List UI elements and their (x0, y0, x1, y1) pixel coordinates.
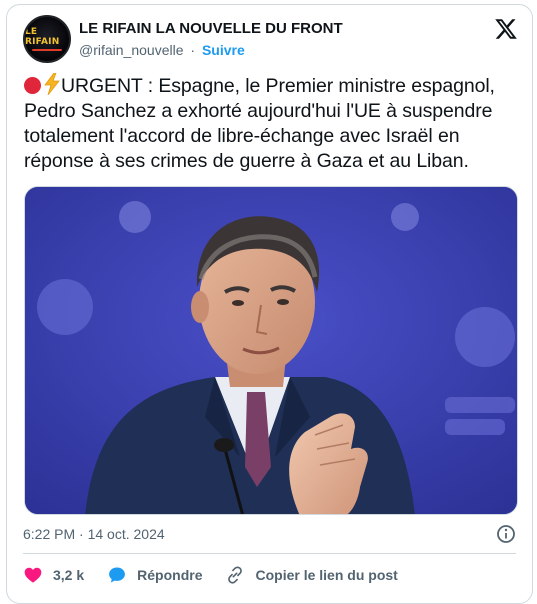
info-icon[interactable] (496, 524, 516, 544)
copy-link-button[interactable]: Copier le lien du post (225, 565, 398, 585)
account-avatar[interactable]: LE RIFAIN (23, 15, 71, 63)
account-meta: @rifain_nouvelle · Suivre (79, 42, 245, 58)
red-circle-icon (24, 77, 41, 94)
speech-bubble-icon (109, 567, 126, 583)
like-count: 3,2 k (53, 567, 85, 583)
link-icon (228, 566, 243, 584)
post-text: URGENT : Espagne, le Premier ministre es… (24, 73, 524, 174)
post-body: URGENT : Espagne, le Premier ministre es… (24, 75, 495, 172)
action-bar: 3,2 k Répondre Copier le lien du post (23, 563, 421, 587)
post-timestamp[interactable]: 6:22 PM · 14 oct. 2024 (23, 526, 165, 542)
account-handle[interactable]: @rifain_nouvelle (79, 42, 184, 58)
account-display-name[interactable]: LE RIFAIN LA NOUVELLE DU FRONT (79, 20, 343, 37)
avatar-logo-bar (32, 49, 62, 51)
reply-label: Répondre (137, 567, 203, 583)
embedded-post-card: LE RIFAIN LE RIFAIN LA NOUVELLE DU FRONT… (6, 4, 533, 604)
avatar-logo-text: LE RIFAIN (25, 27, 60, 47)
divider (23, 553, 516, 554)
x-logo-icon[interactable] (494, 17, 518, 41)
like-button[interactable]: 3,2 k (23, 565, 84, 585)
lightning-icon (44, 73, 60, 95)
copy-link-label: Copier le lien du post (255, 567, 398, 583)
meta-separator: · (190, 42, 196, 58)
photo-scene (25, 187, 517, 514)
follow-button[interactable]: Suivre (202, 42, 245, 58)
reply-button[interactable]: Répondre (107, 565, 202, 585)
heart-icon (24, 567, 42, 583)
post-photo[interactable] (24, 186, 518, 515)
